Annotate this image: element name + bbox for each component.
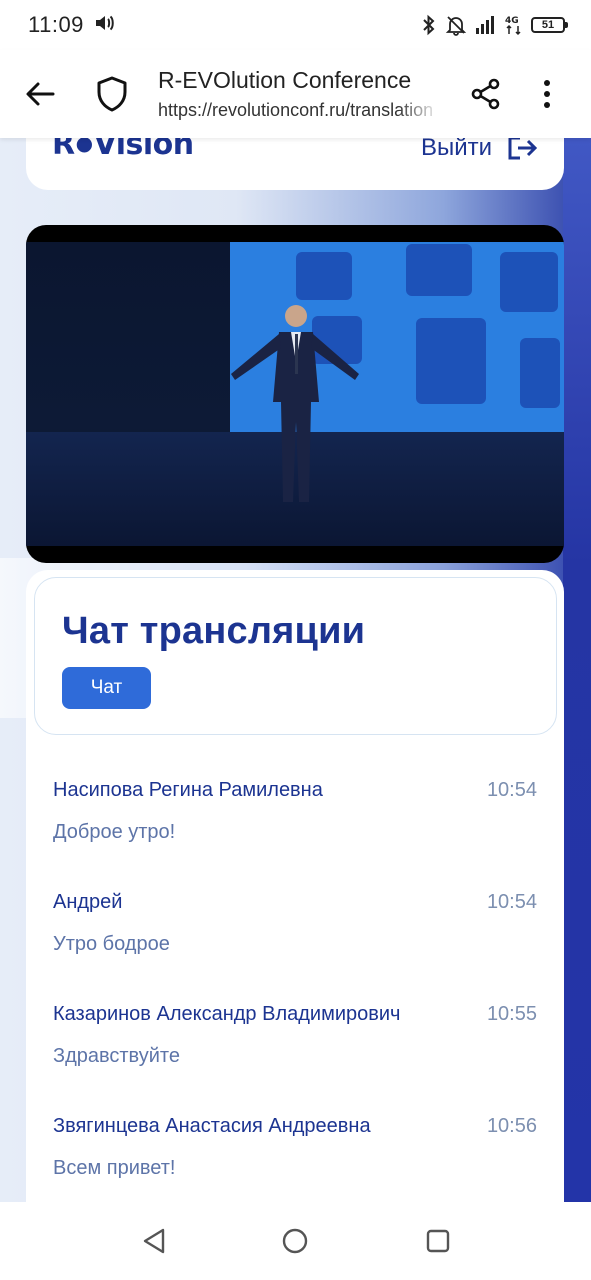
system-nav-bar [0,1202,591,1280]
battery-icon: 51 [531,17,568,33]
chat-header: Чат трансляции Чат [34,577,557,735]
message-time: 10:56 [486,1115,537,1137]
nav-recents-button[interactable] [421,1224,455,1258]
svg-text:4G: 4G [505,16,519,26]
logout-label: Выйти [420,138,492,161]
message-time: 10:54 [486,891,537,913]
page-title: R-EVOlution Conference [158,67,412,93]
message-time: 10:54 [486,779,537,801]
share-icon [471,78,500,110]
address-bar[interactable]: R-EVOlution Conference https://revolutio… [158,67,440,121]
video-player[interactable] [26,225,564,563]
message-author: Насипова Регина Рамилевна [53,779,323,801]
message-text: Утро бодрое [53,933,170,955]
nav-recents-icon [426,1229,450,1253]
bell-off-icon [445,14,467,36]
logout-icon [508,138,538,160]
message-time: 10:55 [486,1003,537,1025]
logout-button[interactable]: Выйти [421,138,538,162]
video-frame [26,242,564,546]
message-author: Казаринов Александр Владимирович [53,1003,401,1025]
nav-home-icon [282,1228,308,1254]
message-author: Звягинцева Анастасия Андреевна [53,1115,371,1137]
message-author: Андрей [53,891,123,913]
nav-home-button[interactable] [278,1224,312,1258]
message-text: Здравствуйте [53,1045,180,1067]
rvision-logo[interactable]: R●Vision [52,138,194,162]
chat-messages: Насипова Регина Рамилевна 10:54 Доброе у… [53,767,537,1202]
menu-button[interactable] [532,74,562,114]
page-url: https://revolutionconf.ru/translation [158,100,434,120]
more-vertical-icon [544,80,550,108]
chat-title: Чат трансляции [62,610,366,652]
site-header: R●Vision Выйти [26,138,564,190]
network-4g-icon: 4G [505,14,523,36]
signal-icon [475,15,497,35]
site-info-button[interactable] [92,74,132,114]
back-arrow-icon [26,82,55,106]
back-button[interactable] [20,74,60,114]
chat-message: Насипова Регина Рамилевна 10:54 Доброе у… [53,767,537,879]
message-text: Доброе утро! [53,821,176,843]
chat-message: Казаринов Александр Владимирович 10:55 З… [53,991,537,1103]
chat-message: Звягинцева Анастасия Андреевна 10:56 Все… [53,1103,537,1202]
message-text: Всем привет! [53,1157,176,1179]
speaker-figure [231,305,359,502]
nav-back-button[interactable] [137,1224,171,1258]
status-bar: 11:09 4G 51 [0,0,591,50]
status-time: 11:09 [28,12,84,37]
share-button[interactable] [466,74,506,114]
volume-icon [94,13,116,38]
chat-message: Андрей 10:54 Утро бодрое [53,879,537,991]
background-strip [563,138,591,1202]
bluetooth-icon [421,14,437,36]
chat-panel: Чат трансляции Чат Насипова Регина Рамил… [26,570,564,1202]
web-page: R●Vision Выйти Чат трансляции Чат Насипо… [0,138,591,1202]
tab-chat[interactable]: Чат [62,667,151,709]
browser-toolbar: R-EVOlution Conference https://revolutio… [0,50,591,138]
nav-back-icon [143,1228,165,1254]
shield-icon [97,76,127,112]
